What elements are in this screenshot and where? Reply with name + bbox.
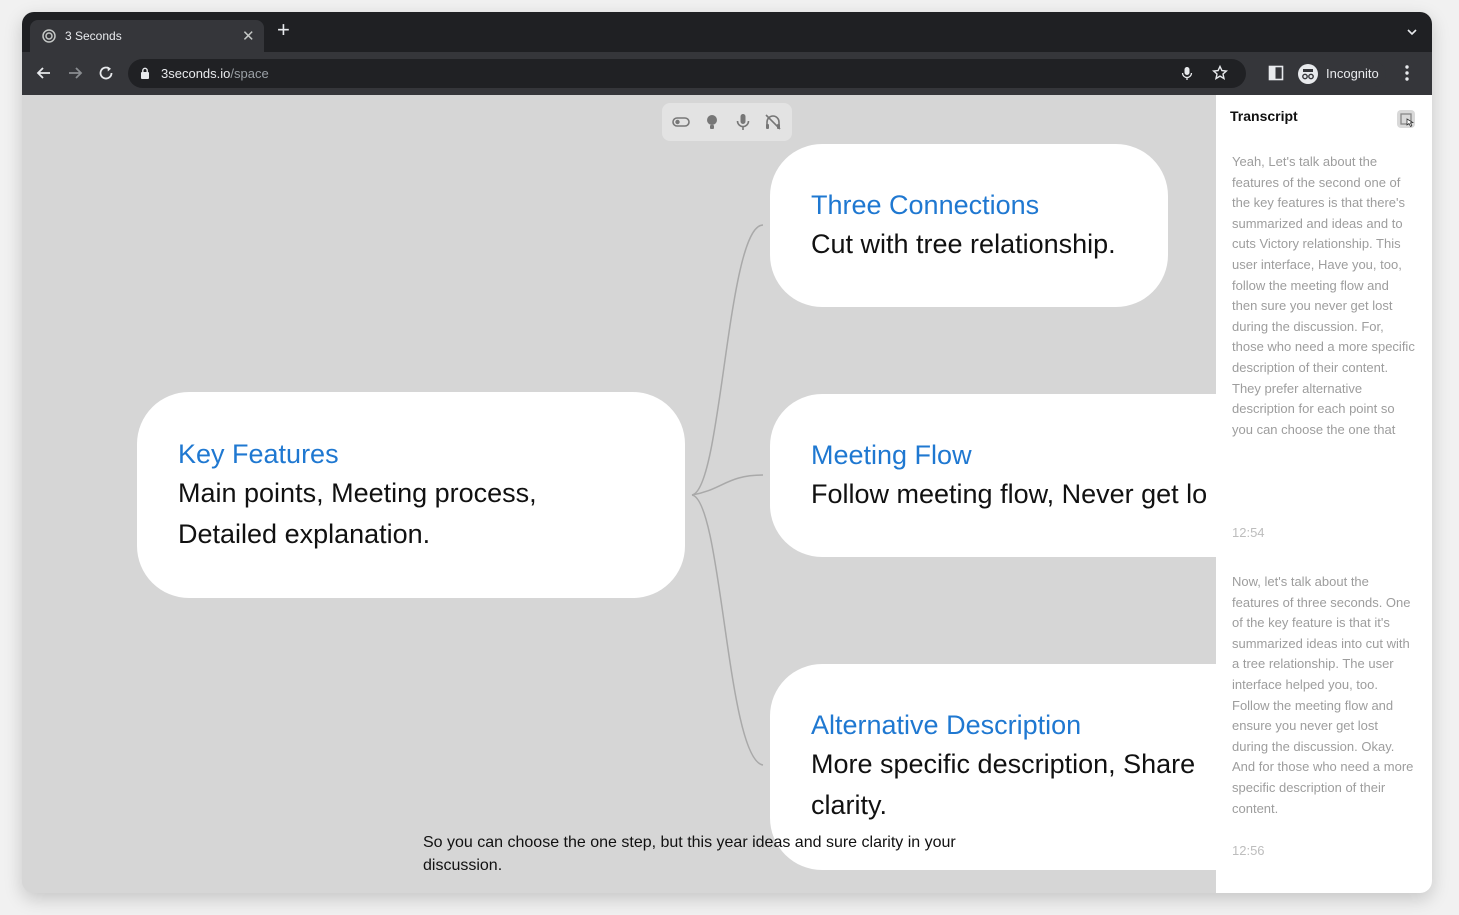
node-title: Key Features — [178, 439, 339, 469]
back-icon[interactable] — [35, 64, 53, 82]
node-body-line: More specific description, Share — [811, 749, 1196, 779]
bookmark-star-icon[interactable] — [1212, 65, 1228, 81]
browser-toolbar: 3seconds.io/space Incognito — [22, 52, 1432, 95]
live-caption: So you can choose the one step, but this… — [423, 831, 983, 877]
transcript-entry-time: 12:54 — [1232, 525, 1265, 540]
url-path: /space — [230, 66, 269, 81]
lightbulb-icon[interactable] — [702, 112, 722, 132]
browser-window: 3 Seconds ✕ + 3seconds.io/space Incognit… — [22, 12, 1432, 893]
transcript-entry-text: Yeah, Let's talk about the features of t… — [1232, 154, 1415, 437]
transcript-toggle-button[interactable] — [1397, 110, 1415, 128]
transcript-entry-time: 12:56 — [1232, 843, 1265, 858]
control-bar — [662, 103, 792, 141]
node-body-line: Detailed explanation. — [178, 519, 431, 549]
panel-toggle-icon — [1400, 113, 1414, 128]
toggle-icon[interactable] — [671, 112, 691, 132]
address-bar[interactable]: 3seconds.io/space — [128, 59, 1246, 88]
node-body-line: Follow meeting flow, Never get lo — [811, 479, 1208, 509]
caption-line: So you can choose the one step, but this… — [423, 834, 956, 851]
chevron-down-icon[interactable] — [1406, 26, 1418, 38]
transcript-entry-text: Now, let's talk about the features of th… — [1232, 574, 1414, 816]
profile-label: Incognito — [1326, 66, 1379, 81]
node-body-line: clarity. — [811, 790, 888, 820]
url-text: 3seconds.io/space — [161, 66, 269, 81]
new-tab-icon[interactable]: + — [277, 19, 290, 41]
url-host: 3seconds.io — [161, 66, 231, 81]
node-body: Cut with tree relationship. — [811, 224, 1161, 265]
node-title: Alternative Description — [811, 710, 1082, 740]
tab-title: 3 Seconds — [65, 29, 122, 43]
mindmap-node-meeting-flow[interactable]: Meeting Flow Follow meeting flow, Never … — [770, 394, 1270, 557]
transcript-title: Transcript — [1230, 108, 1298, 124]
lock-icon — [141, 67, 149, 79]
incognito-icon — [1298, 64, 1318, 84]
reload-icon[interactable] — [97, 64, 115, 82]
incognito-profile-button[interactable]: Incognito — [1296, 61, 1386, 87]
mindmap-node-key-features[interactable]: Key Features Main points, Meeting proces… — [137, 392, 685, 598]
site-favicon-icon — [42, 29, 56, 43]
transcript-panel: Transcript Yeah, Let's talk about the fe… — [1216, 95, 1432, 893]
close-tab-icon[interactable]: ✕ — [242, 27, 255, 45]
side-panel-icon[interactable] — [1268, 65, 1284, 81]
mindmap-node-three-connections[interactable]: Three Connections Cut with tree relation… — [770, 144, 1168, 307]
node-title: Meeting Flow — [811, 440, 972, 470]
tab-3-seconds[interactable]: 3 Seconds ✕ — [30, 20, 264, 52]
microphone-icon[interactable] — [733, 112, 753, 132]
forward-icon[interactable] — [66, 64, 84, 82]
node-body: More specific description, Share clarity… — [811, 744, 1271, 826]
microphone-icon[interactable] — [1180, 66, 1194, 81]
mindmap-canvas: Key Features Main points, Meeting proces… — [22, 95, 1432, 893]
headphones-off-icon[interactable] — [763, 112, 783, 132]
node-title: Three Connections — [811, 190, 1040, 220]
node-body: Main points, Meeting process, Detailed e… — [178, 473, 658, 555]
node-body-line: Main points, Meeting process, — [178, 478, 537, 508]
node-body-line: Cut with tree relationship. — [811, 229, 1116, 259]
caption-line: discussion. — [423, 857, 503, 874]
node-body: Follow meeting flow, Never get lo — [811, 474, 1271, 515]
tab-strip: 3 Seconds ✕ + — [22, 12, 1432, 52]
more-menu-icon[interactable] — [1404, 64, 1410, 82]
